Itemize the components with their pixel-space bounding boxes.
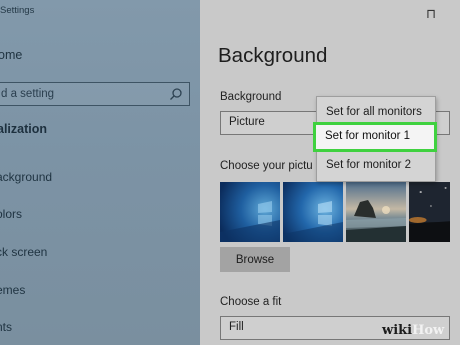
picture-thumbnail-windows-2[interactable] xyxy=(283,182,343,242)
menu-item-set-monitor-1[interactable]: Set for monitor 1 xyxy=(313,122,437,152)
sidebar-item-colors[interactable]: olors xyxy=(0,207,22,221)
browse-button[interactable]: Browse xyxy=(220,247,290,272)
sidebar-home[interactable]: ome xyxy=(0,48,22,62)
watermark-part-2: How xyxy=(412,323,445,338)
sidebar-item-background[interactable]: ackground xyxy=(0,170,52,184)
beach-image xyxy=(346,182,406,242)
menu-item-label: Set for all monitors xyxy=(326,106,422,118)
page-title: Background xyxy=(218,44,328,67)
sidebar-category-title: alization xyxy=(0,122,48,136)
settings-sidebar: Settings ome alization ackground olors c… xyxy=(0,0,200,345)
fit-dropdown-value: Fill xyxy=(229,321,244,333)
background-dropdown-value: Picture xyxy=(229,116,265,128)
picture-thumbnail-windows-1[interactable] xyxy=(220,182,280,242)
night-sky-image xyxy=(409,182,450,242)
search-box[interactable] xyxy=(0,82,190,106)
windows-wallpaper-image xyxy=(220,182,280,242)
search-input[interactable] xyxy=(1,83,161,105)
choose-fit-label: Choose a fit xyxy=(220,296,282,308)
monitor-context-menu: Set for all monitors Set for monitor 1 S… xyxy=(313,96,437,182)
background-label: Background xyxy=(220,91,282,103)
sidebar-item-fonts[interactable]: nts xyxy=(0,320,12,334)
windows-wallpaper-image xyxy=(283,182,343,242)
search-icon[interactable] xyxy=(169,87,183,101)
picture-thumbnail-beach[interactable] xyxy=(346,182,406,242)
window-title: Settings xyxy=(0,5,35,16)
menu-item-label: Set for monitor 2 xyxy=(326,159,412,171)
window-control-icon[interactable]: ⊓ xyxy=(426,6,436,22)
menu-item-label: Set for monitor 1 xyxy=(325,130,411,142)
wikihow-watermark: wikiHow xyxy=(382,323,444,338)
menu-item-set-monitor-2[interactable]: Set for monitor 2 xyxy=(317,154,435,178)
sidebar-item-lock-screen[interactable]: ck screen xyxy=(0,245,47,259)
sidebar-item-themes[interactable]: emes xyxy=(0,283,25,297)
choose-picture-label: Choose your pictu xyxy=(220,160,313,172)
watermark-part-1: wiki xyxy=(382,323,413,338)
picture-thumbnail-night-sky[interactable] xyxy=(409,182,450,242)
